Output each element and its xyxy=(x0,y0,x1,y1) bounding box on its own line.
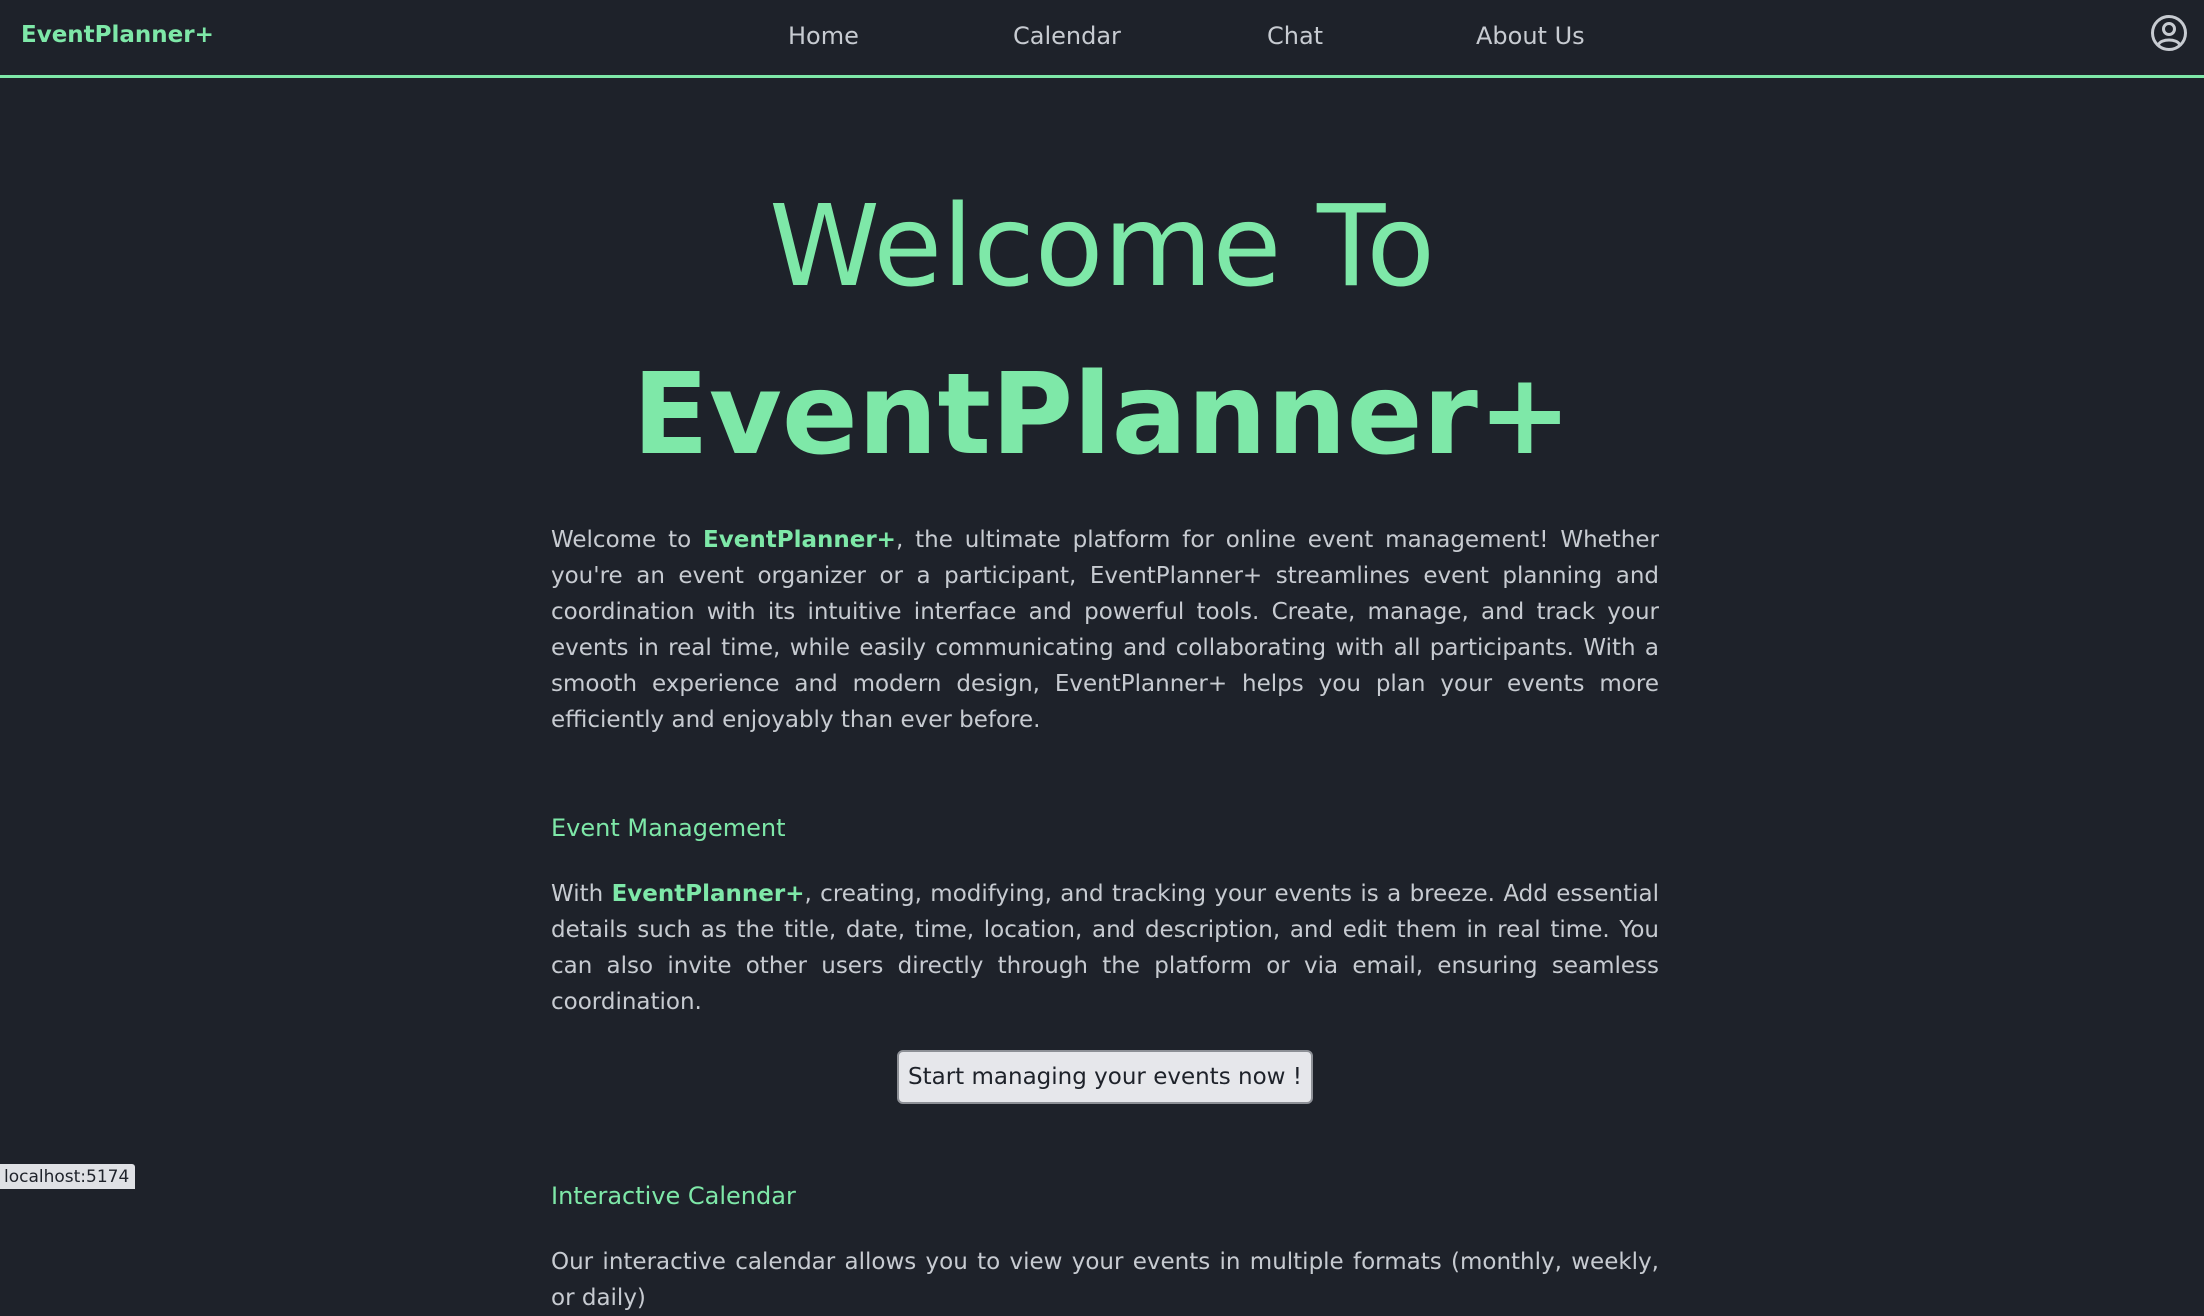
nav-link-home[interactable]: Home xyxy=(788,22,859,50)
intro-paragraph: Welcome to EventPlanner+, the ultimate p… xyxy=(551,522,1659,738)
top-navbar: EventPlanner+ Home Calendar Chat About U… xyxy=(0,0,2204,78)
nav-link-chat[interactable]: Chat xyxy=(1267,22,1323,50)
cta-wrapper: Start managing your events now ! xyxy=(551,1050,1659,1104)
intro-text-rest: , the ultimate platform for online event… xyxy=(551,527,1659,733)
nav-links: Home Calendar Chat About Us xyxy=(0,22,2204,56)
intro-text-start: Welcome to xyxy=(551,527,703,553)
section-title-event-management: Event Management xyxy=(551,810,1659,846)
spacer xyxy=(551,1104,1659,1178)
start-managing-events-button[interactable]: Start managing your events now ! xyxy=(897,1050,1313,1104)
nav-link-about-us[interactable]: About Us xyxy=(1476,22,1585,50)
hero-brand-heading: EventPlanner+ xyxy=(0,350,2204,480)
event-management-paragraph: With EventPlanner+, creating, modifying,… xyxy=(551,876,1659,1020)
spacer xyxy=(551,1214,1659,1244)
nav-link-calendar[interactable]: Calendar xyxy=(1013,22,1121,50)
hero-welcome-heading: Welcome To xyxy=(0,182,2204,312)
spacer xyxy=(551,846,1659,876)
section-title-interactive-calendar: Interactive Calendar xyxy=(551,1178,1659,1214)
spacer xyxy=(551,738,1659,810)
event-management-text-start: With xyxy=(551,881,612,907)
interactive-calendar-paragraph: Our interactive calendar allows you to v… xyxy=(551,1244,1659,1316)
main-content: Welcome to EventPlanner+, the ultimate p… xyxy=(551,522,1659,1316)
event-management-brand-highlight: EventPlanner+ xyxy=(612,881,805,907)
spacer xyxy=(551,1020,1659,1050)
intro-brand-highlight: EventPlanner+ xyxy=(703,527,896,553)
browser-status-bar: localhost:5174 xyxy=(0,1164,135,1189)
user-profile-icon[interactable] xyxy=(2150,14,2188,52)
